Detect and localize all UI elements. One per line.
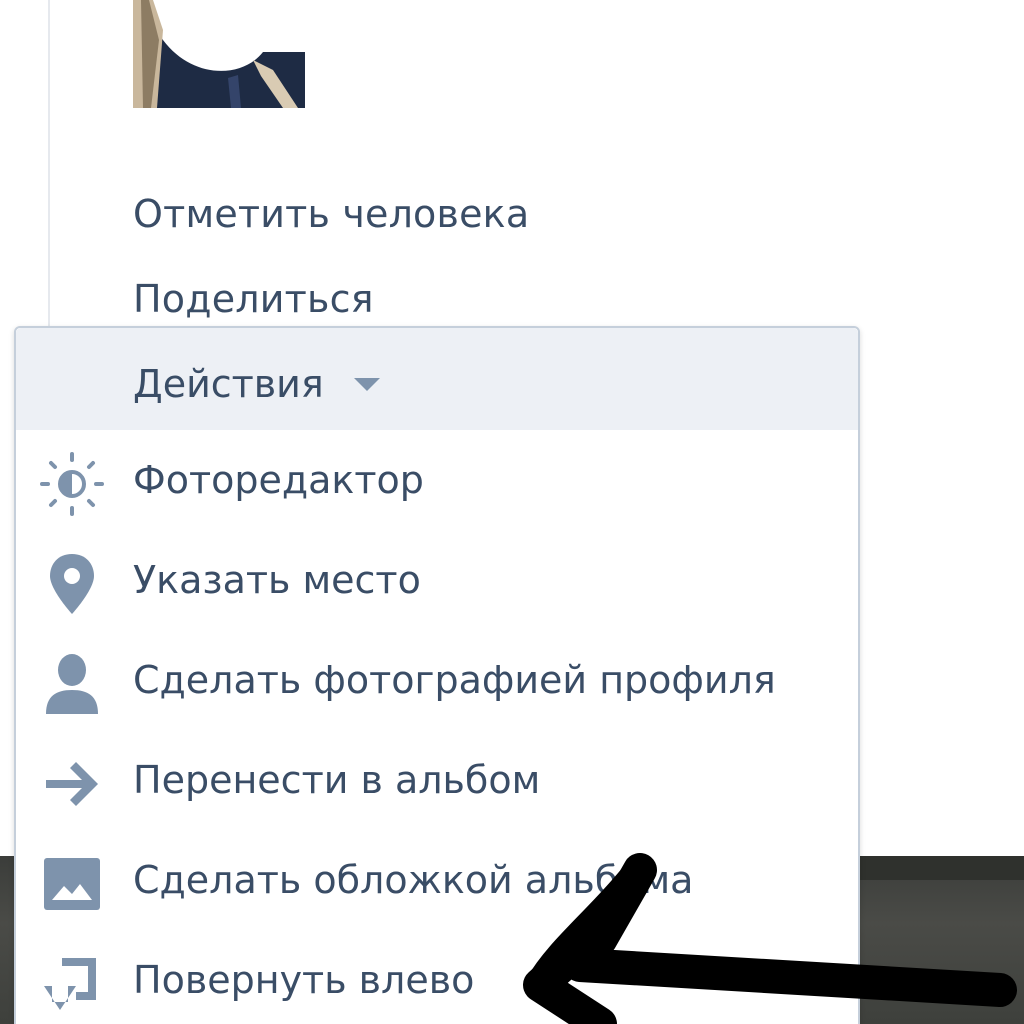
menu-item-set-profile-photo[interactable]: Сделать фотографией профиля (16, 630, 858, 730)
menu-item-set-location[interactable]: Указать место (16, 530, 858, 630)
location-pin-icon (38, 550, 106, 618)
menu-item-label: Сделать обложкой альбома (133, 858, 694, 902)
menu-item-label: Фоторедактор (133, 458, 424, 502)
share-link[interactable]: Поделиться (133, 277, 374, 321)
user-icon (38, 650, 106, 718)
menu-item-set-album-cover[interactable]: Сделать обложкой альбома (16, 830, 858, 930)
menu-item-move-to-album[interactable]: Перенести в альбом (16, 730, 858, 830)
photo-background-edge (860, 856, 1024, 880)
menu-item-label: Указать место (133, 558, 421, 602)
chevron-down-icon (354, 378, 380, 391)
menu-item-label: Перенести в альбом (133, 758, 541, 802)
rotate-left-icon (38, 950, 106, 1018)
menu-item-label: Повернуть влево (133, 958, 475, 1002)
actions-dropdown-header[interactable]: Действия (16, 328, 858, 430)
photo-view-page: Отметить человека Поделиться Действия Фо… (0, 0, 1024, 1024)
menu-item-rotate-left[interactable]: Повернуть влево (16, 930, 858, 1024)
photo-thumbnail[interactable] (133, 0, 305, 108)
arrow-right-icon (38, 750, 106, 818)
actions-dropdown-menu: Действия Фоторедактор Указать место Сдел… (14, 326, 860, 1024)
image-icon (38, 850, 106, 918)
sidebar-divider (48, 0, 50, 330)
menu-item-label: Сделать фотографией профиля (133, 658, 776, 702)
actions-dropdown-label: Действия (133, 362, 324, 406)
sun-icon (38, 450, 106, 518)
tag-person-link[interactable]: Отметить человека (133, 192, 529, 236)
menu-item-photo-editor[interactable]: Фоторедактор (16, 430, 858, 530)
